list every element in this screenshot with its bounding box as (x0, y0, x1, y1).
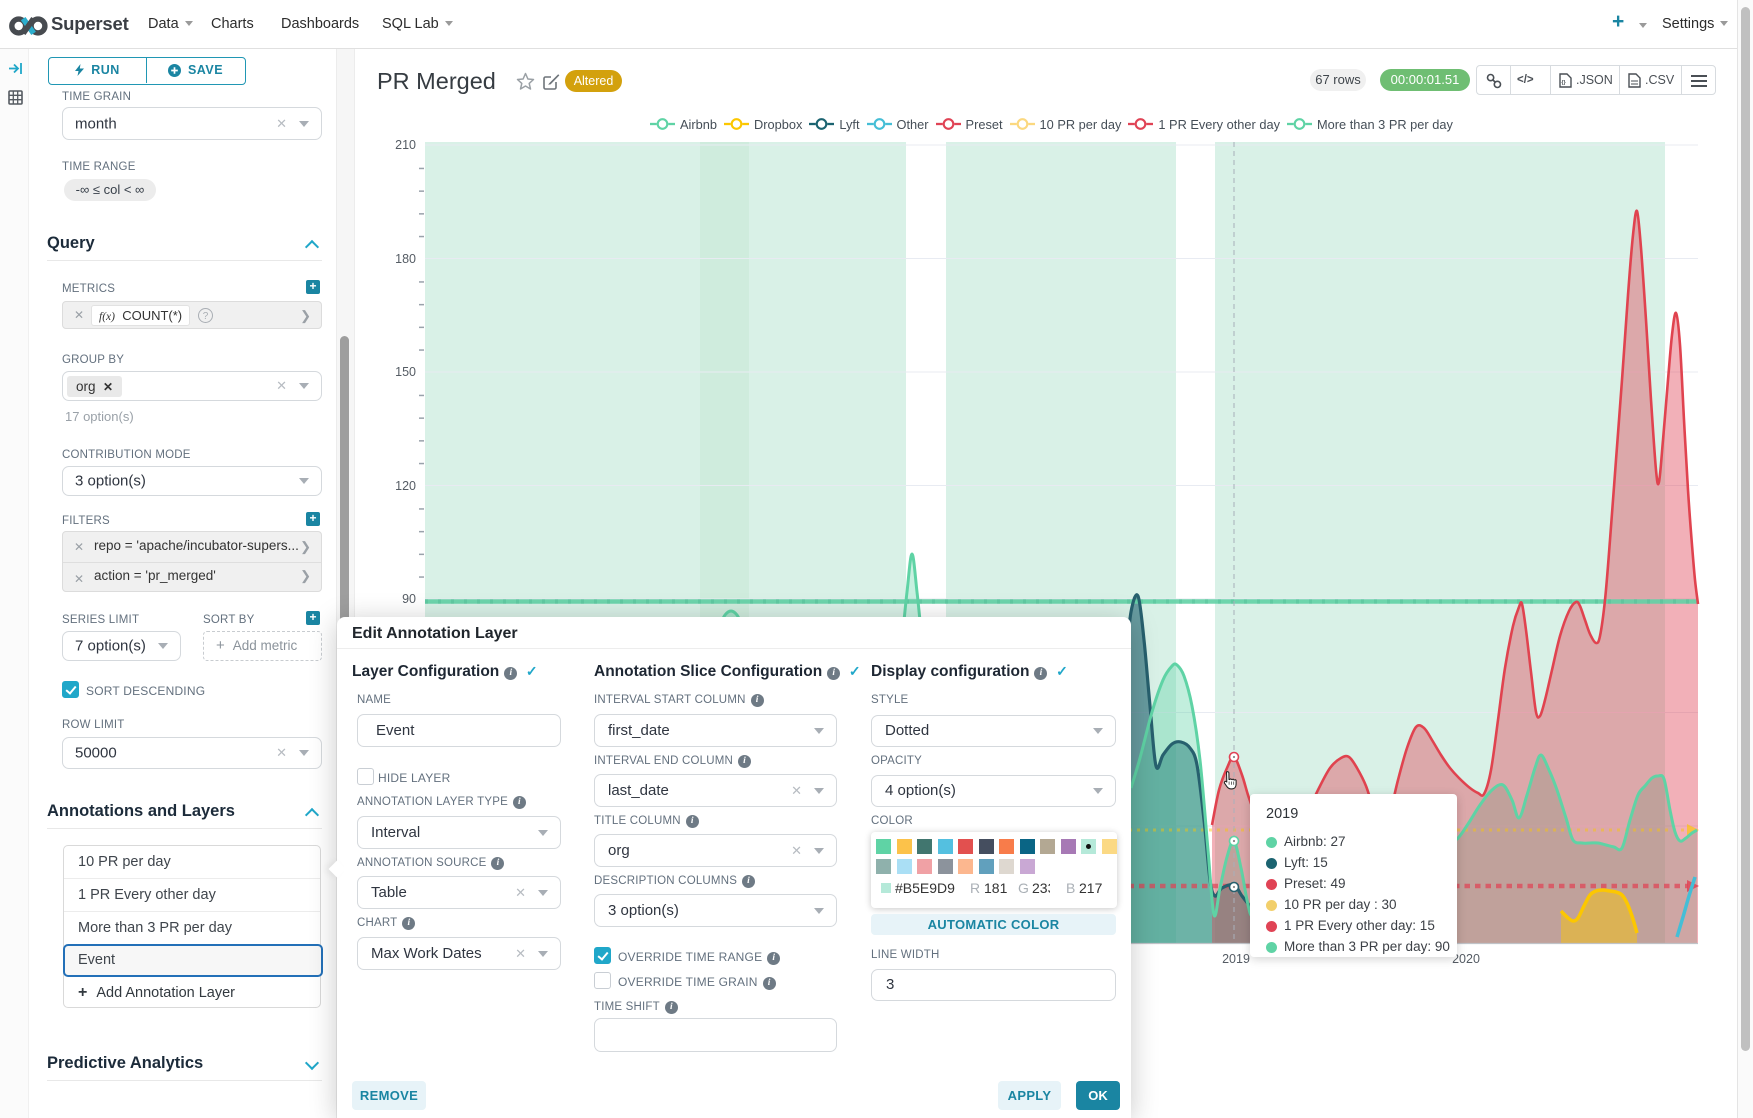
svg-text:150: 150 (395, 365, 416, 379)
svg-text:210: 210 (395, 138, 416, 152)
svg-text:180: 180 (395, 252, 416, 266)
svg-text:90: 90 (402, 592, 416, 606)
svg-text:{}: {} (1561, 80, 1566, 86)
svg-text:120: 120 (395, 479, 416, 493)
svg-text:2019: 2019 (1222, 952, 1250, 966)
